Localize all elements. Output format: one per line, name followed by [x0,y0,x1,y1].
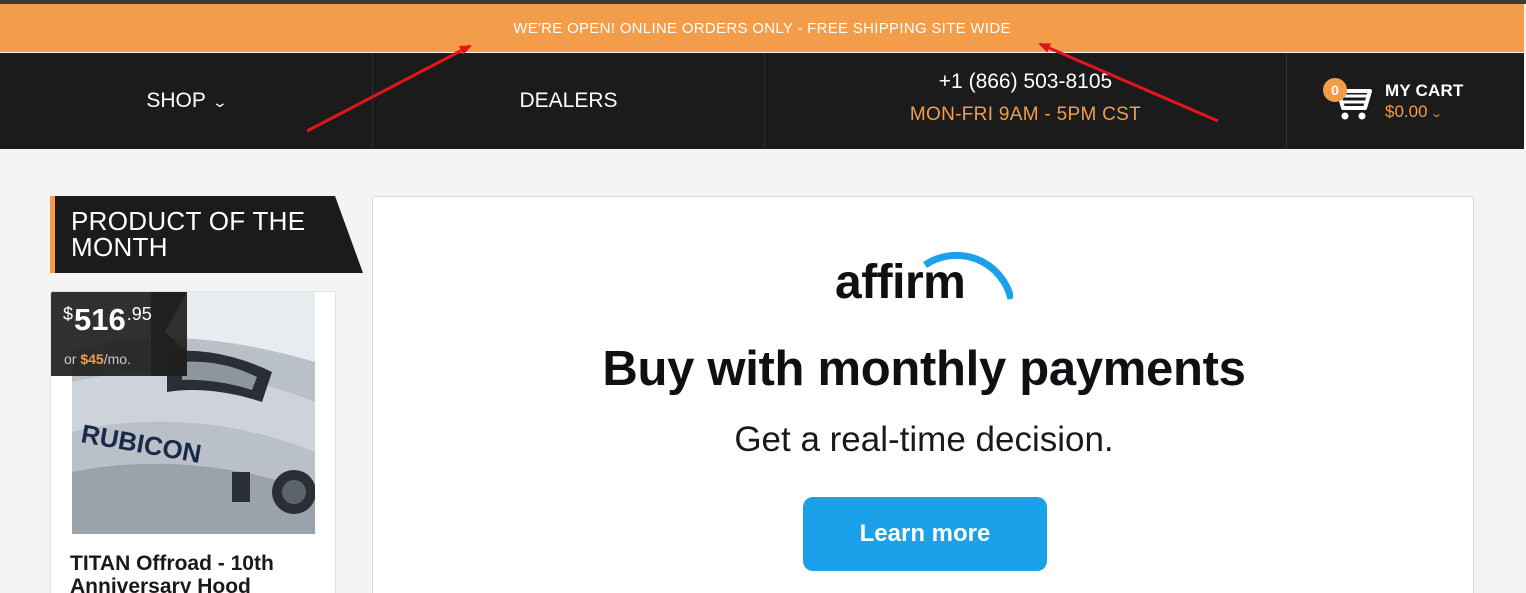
cart-amount-row: $0.00 ⌄ [1385,102,1464,122]
monthly-price: or $45/mo. [64,351,131,367]
cart-count-badge: 0 [1323,78,1347,102]
monthly-suffix: /mo. [103,351,131,367]
affirm-headline: Buy with monthly payments [602,342,1246,396]
learn-more-button[interactable]: Learn more [803,497,1047,571]
price-dollars: 516 [74,302,126,337]
price-currency: $ [63,304,74,324]
nav-dealers-link[interactable]: DEALERS [373,53,765,149]
product-of-month-header: PRODUCT OF THE MONTH [50,196,363,273]
chevron-down-icon: ⌄ [1430,107,1444,120]
cart-button[interactable]: 0 MY CART $0.00 ⌄ [1287,53,1524,149]
nav-contact: +1 (866) 503-8105 MON-FRI 9AM - 5PM CST [765,53,1287,149]
nav-dealers-label: DEALERS [519,89,618,112]
monthly-amount: $45 [80,351,104,367]
affirm-promo-panel: affirm Buy with monthly payments Get a r… [372,196,1474,593]
business-hours: MON-FRI 9AM - 5PM CST [909,104,1142,125]
monthly-prefix: or [64,351,81,367]
phone-link[interactable]: +1 (866) 503-8105 [939,70,1112,94]
affirm-subheadline: Get a real-time decision. [734,420,1114,459]
price-cents: .95 [126,304,152,324]
cart-summary: MY CART $0.00 ⌄ [1385,81,1464,122]
product-name-link[interactable]: TITAN Offroad - 10th Anniversary Hood [70,552,320,593]
promo-text: WE'RE OPEN! ONLINE ORDERS ONLY - FREE SH… [513,19,1011,37]
potm-title: PRODUCT OF THE MONTH [71,206,306,262]
price-main: $ 516 .95 [63,302,152,338]
chevron-down-icon: ⌄ [211,93,228,110]
cart-icon-wrap: 0 [1323,78,1373,124]
cart-amount: $0.00 [1385,101,1428,121]
promo-banner: WE'RE OPEN! ONLINE ORDERS ONLY - FREE SH… [0,4,1524,52]
main-nav: SHOP ⌄ DEALERS +1 (866) 503-8105 MON-FRI… [0,53,1524,149]
price-badge: $ 516 .95 or $45/mo. [51,292,187,376]
product-card[interactable]: RUBICON $ 516 .95 or $45/mo. TITAN Offro… [50,291,336,593]
nav-shop-label: SHOP [146,89,206,112]
nav-shop-menu[interactable]: SHOP ⌄ [0,53,373,149]
cart-label: MY CART [1385,80,1464,100]
affirm-logo: affirm [835,256,966,309]
